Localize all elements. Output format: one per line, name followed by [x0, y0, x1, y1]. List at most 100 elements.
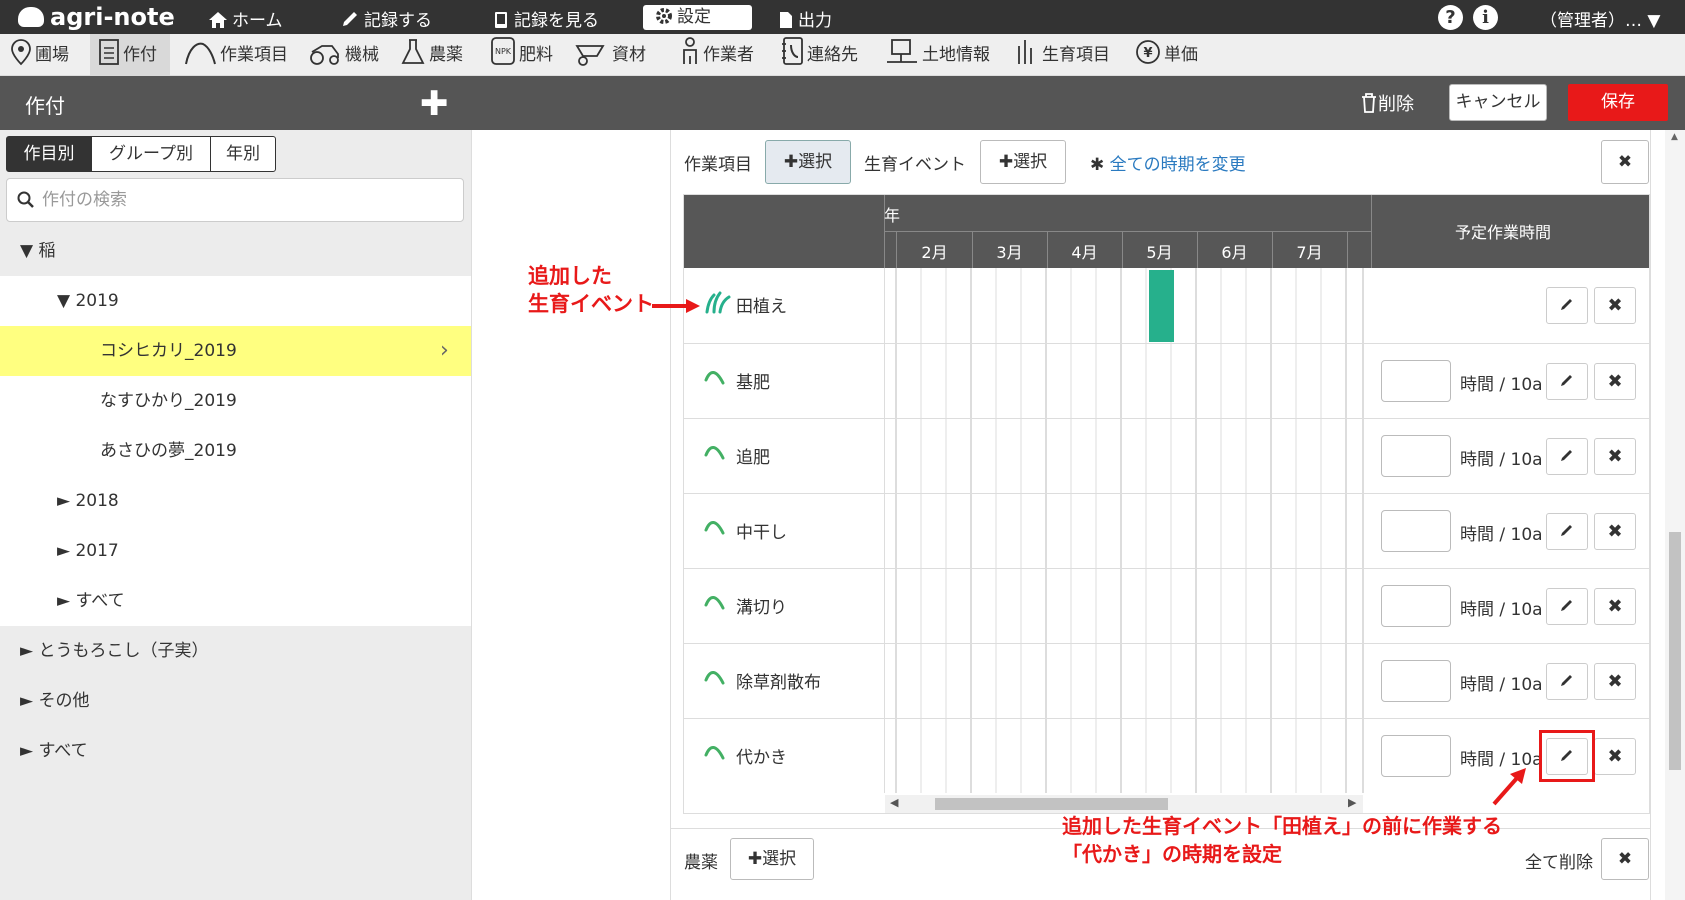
- user-menu[interactable]: （管理者）… ▼: [1540, 6, 1660, 31]
- hours-input[interactable]: [1381, 360, 1451, 402]
- list-icon: [99, 39, 119, 65]
- month-header: 4月: [1071, 243, 1098, 262]
- hours-input[interactable]: [1381, 585, 1451, 627]
- save-button[interactable]: 保存: [1568, 84, 1668, 121]
- top-bar: agri-note ホーム 記録する 記録を見る 設定 出力 ? i （管理者）…: [0, 0, 1685, 34]
- plus-icon: ✚: [747, 849, 763, 869]
- tab-by-group[interactable]: グループ別: [91, 136, 211, 172]
- remove-button[interactable]: ✖: [1594, 513, 1636, 550]
- menu-materials[interactable]: 資材: [575, 34, 646, 76]
- svg-text:NPK: NPK: [495, 47, 512, 56]
- delete-button[interactable]: 削除: [1360, 90, 1414, 116]
- nav-record[interactable]: 記録する: [340, 6, 432, 31]
- info-icon[interactable]: i: [1473, 5, 1498, 30]
- tree-item-nasuhikari[interactable]: なすひかり_2019: [0, 376, 471, 426]
- event-select-button[interactable]: ✚選択: [980, 140, 1066, 184]
- nav-view-records[interactable]: 記録を見る: [492, 6, 599, 31]
- pencil-icon: [1561, 525, 1572, 536]
- menu-cropping[interactable]: 作付: [90, 34, 170, 76]
- nav-settings[interactable]: 設定: [643, 5, 752, 30]
- annotation-arrow-right: [652, 299, 700, 313]
- help-icon[interactable]: ?: [1438, 5, 1463, 30]
- tree-crop-other[interactable]: ► その他: [0, 676, 471, 726]
- person-icon: [683, 37, 697, 64]
- scrollbar-thumb[interactable]: [1669, 532, 1681, 770]
- hours-input[interactable]: [1381, 735, 1451, 777]
- menu-contacts[interactable]: 連絡先: [780, 34, 858, 76]
- row-name: 除草剤散布: [736, 673, 821, 693]
- hours-unit: 時間 / 10a: [1460, 600, 1543, 620]
- table-row: 溝切り 時間 / 10a ✖: [684, 568, 1649, 643]
- hours-unit: 時間 / 10a: [1460, 750, 1543, 770]
- menu-fertilizers[interactable]: NPK 肥料: [490, 34, 553, 76]
- row-name: 溝切り: [736, 598, 787, 618]
- remove-button[interactable]: ✖: [1594, 738, 1636, 775]
- pencil-icon: [1561, 375, 1572, 386]
- tree-year-2017[interactable]: ► 2017: [0, 526, 471, 576]
- edit-button[interactable]: [1546, 588, 1588, 625]
- cancel-button[interactable]: キャンセル: [1449, 84, 1547, 121]
- scroll-left-icon[interactable]: ◀: [890, 796, 898, 809]
- edit-button[interactable]: [1546, 663, 1588, 700]
- hours-input[interactable]: [1381, 435, 1451, 477]
- remove-button[interactable]: ✖: [1594, 287, 1636, 324]
- year-header: 年: [884, 206, 901, 225]
- horizontal-scrollbar[interactable]: ◀ ▶: [885, 795, 1363, 813]
- tree-year-all[interactable]: ► すべて: [0, 576, 471, 626]
- scroll-up-icon[interactable]: ▲: [1671, 132, 1678, 142]
- menu-unit-price[interactable]: ¥ 単価: [1135, 34, 1198, 76]
- chevron-right-icon: ›: [440, 338, 449, 363]
- nav-home[interactable]: ホーム: [208, 6, 283, 31]
- menu-task-items[interactable]: 作業項目: [183, 34, 288, 76]
- edit-button[interactable]: [1546, 438, 1588, 475]
- highlight-box: [1539, 730, 1595, 782]
- sprout-curve-icon: [704, 596, 725, 610]
- tree-year-2019[interactable]: ▼ 2019: [0, 276, 471, 326]
- pesticide-select-button[interactable]: ✚選択: [730, 838, 814, 880]
- title-bar: 作付 ✚ 削除 キャンセル 保存: [0, 76, 1685, 130]
- menu-pesticides[interactable]: 農薬: [400, 34, 463, 76]
- tree-item-asahinoyume[interactable]: あさひの夢_2019: [0, 426, 471, 476]
- vertical-scrollbar[interactable]: ▲: [1665, 130, 1685, 900]
- scrollbar-thumb[interactable]: [935, 798, 1168, 810]
- menu-machinery[interactable]: 機械: [308, 34, 379, 76]
- event-period-bar[interactable]: [1149, 270, 1174, 342]
- frog-logo-icon: [18, 7, 44, 27]
- tree-year-2018[interactable]: ► 2018: [0, 476, 471, 526]
- hours-input[interactable]: [1381, 510, 1451, 552]
- plus-icon: ✚: [783, 152, 799, 172]
- close-panel-button[interactable]: ✖: [1601, 140, 1649, 184]
- tab-by-crop[interactable]: 作目別: [6, 136, 92, 172]
- sprout-curve-icon: [704, 446, 725, 460]
- remove-button[interactable]: ✖: [1594, 363, 1636, 400]
- tab-by-year[interactable]: 年別: [210, 136, 276, 172]
- change-all-periods-link[interactable]: ✱ 全ての時期を変更: [1090, 150, 1246, 175]
- hours-input[interactable]: [1381, 660, 1451, 702]
- row-name: 基肥: [736, 373, 770, 393]
- nav-output[interactable]: 出力: [778, 6, 832, 31]
- remove-button[interactable]: ✖: [1594, 588, 1636, 625]
- menu-land-info[interactable]: 土地情報: [885, 34, 990, 76]
- edit-button[interactable]: [1546, 513, 1588, 550]
- delete-all-button[interactable]: ✖: [1601, 838, 1649, 880]
- tree-item-koshihikari[interactable]: コシヒカリ_2019 ›: [0, 326, 471, 376]
- add-cropping-button[interactable]: ✚: [420, 84, 449, 124]
- remove-button[interactable]: ✖: [1594, 663, 1636, 700]
- tree-crop-rice[interactable]: ▼ 稲: [0, 226, 471, 276]
- tree-crop-corn[interactable]: ► とうもろこし（子実）: [0, 626, 471, 676]
- edit-button[interactable]: [1546, 287, 1588, 324]
- menu-growth-items[interactable]: 生育項目: [1013, 34, 1110, 76]
- app-logo[interactable]: agri-note: [18, 3, 175, 31]
- menu-workers[interactable]: 作業者: [680, 34, 754, 76]
- edit-button[interactable]: [1546, 363, 1588, 400]
- menu-field[interactable]: 圃場: [10, 34, 69, 76]
- remove-button[interactable]: ✖: [1594, 438, 1636, 475]
- tree-crop-all[interactable]: ► すべて: [0, 726, 471, 776]
- task-select-button[interactable]: ✚選択: [765, 140, 851, 184]
- yen-icon: ¥: [1136, 40, 1160, 64]
- task-items-label: 作業項目: [684, 155, 752, 175]
- delete-all-label: 全て削除: [1525, 853, 1593, 873]
- scroll-right-icon[interactable]: ▶: [1348, 796, 1356, 809]
- search-input[interactable]: 作付の検索: [6, 178, 464, 222]
- phone-book-icon: [782, 37, 803, 65]
